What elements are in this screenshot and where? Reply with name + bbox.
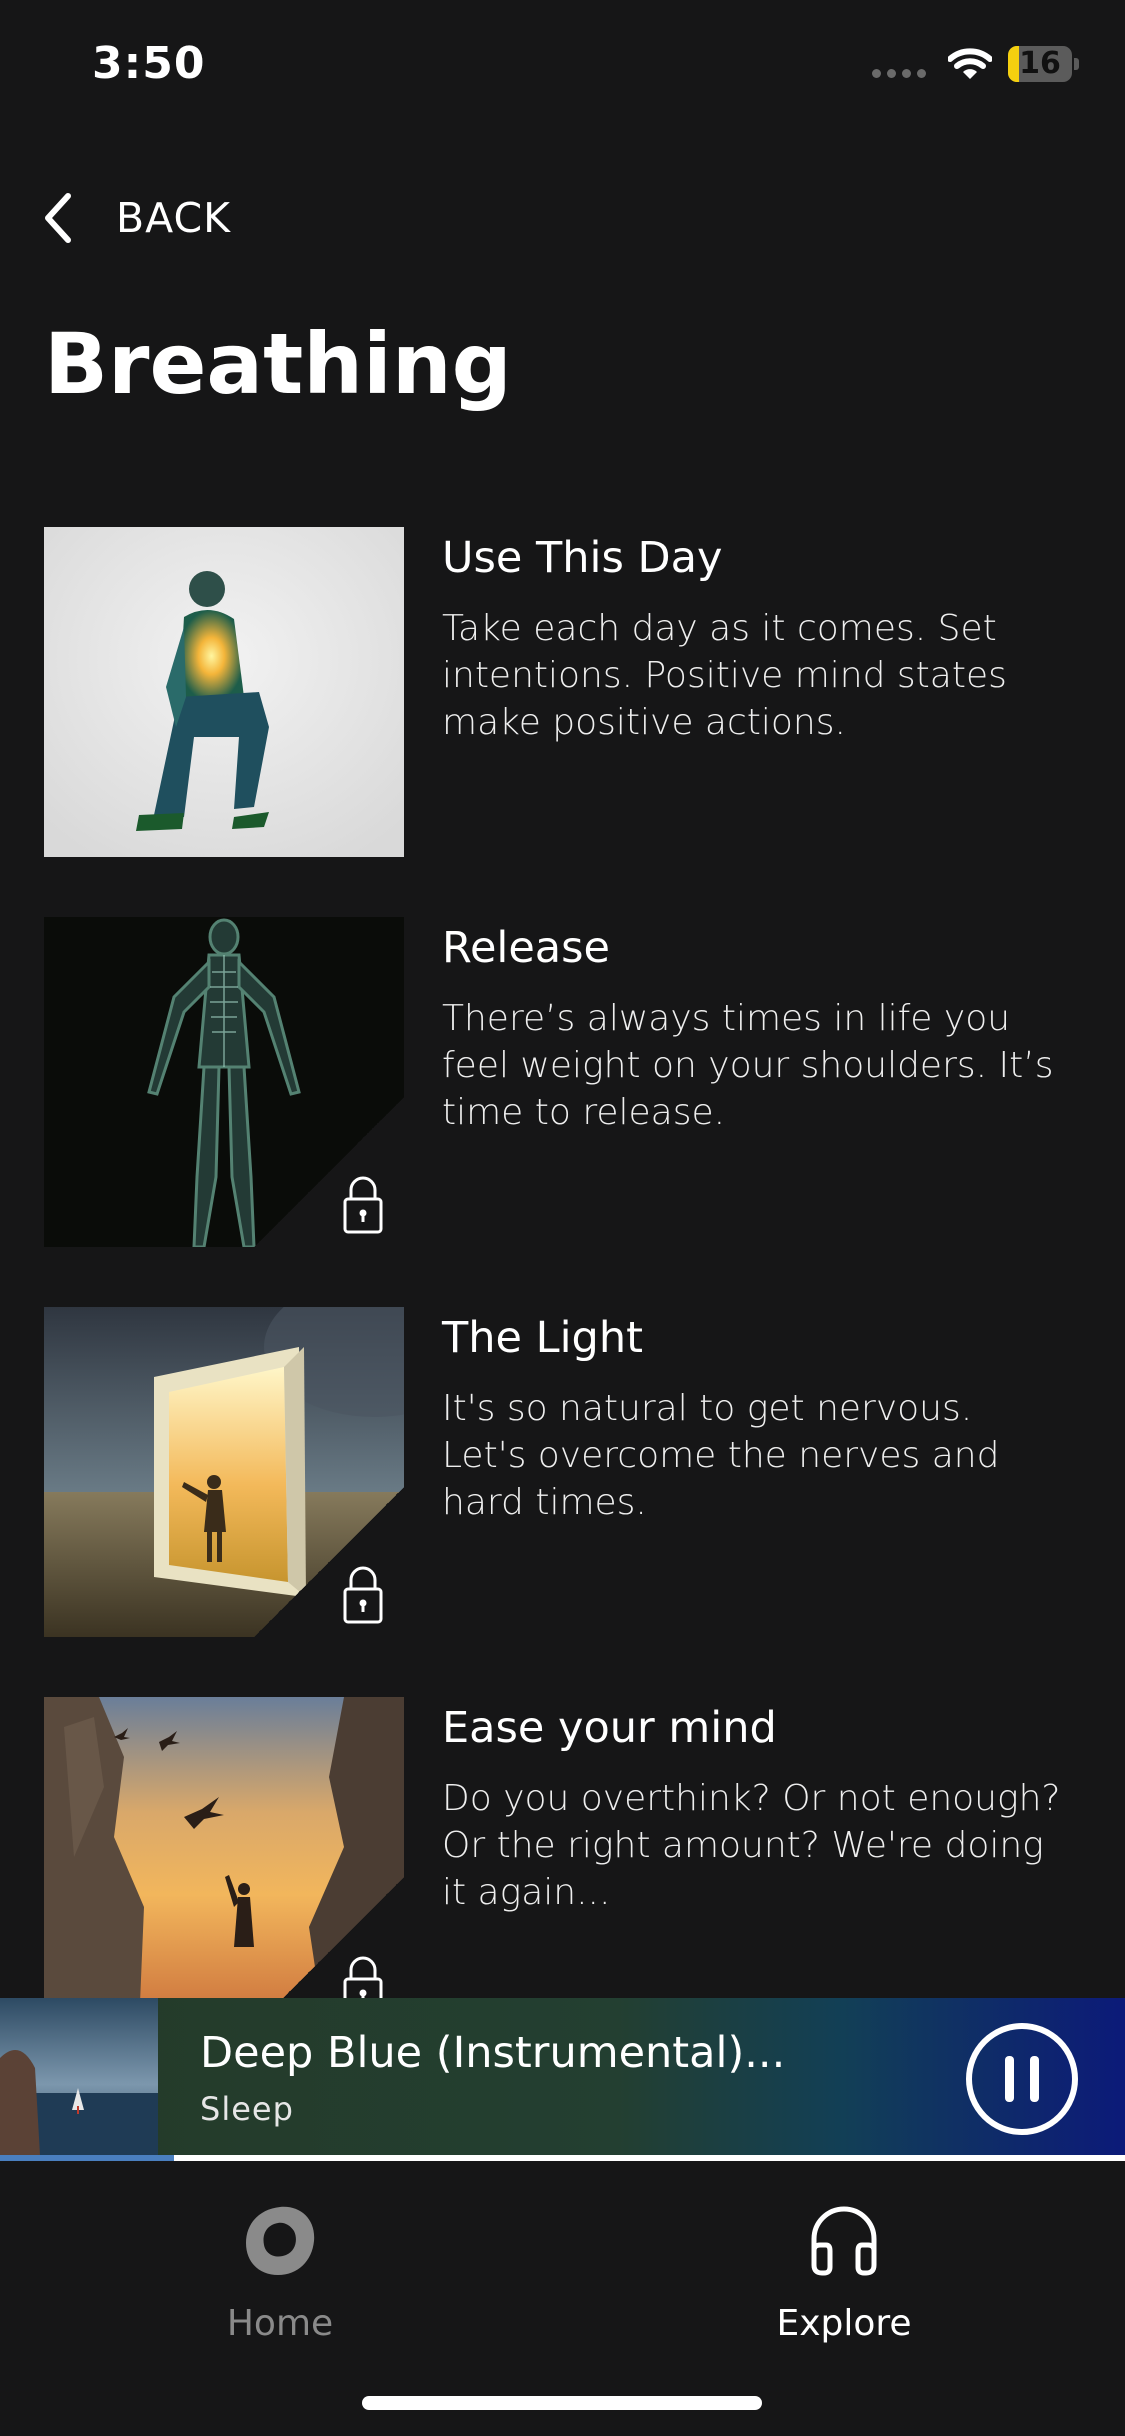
tab-explore-label: Explore [776,2303,912,2344]
session-thumbnail [44,1307,404,1637]
now-playing-title: Deep Blue (Instrumental)... [200,2028,786,2078]
pause-button[interactable] [965,2022,1079,2136]
session-description: Do you overthink? Or not enough? Or the … [442,1778,1061,1913]
wifi-icon [948,48,992,79]
session-item-use-this-day[interactable]: Use This Day Take each day as it comes. … [44,527,1084,857]
chevron-left-icon [45,193,71,243]
lock-icon [343,1566,383,1624]
status-bar: 3:50 16 [0,0,1125,140]
back-button[interactable]: BACK [40,190,231,246]
session-item-release[interactable]: Release There’s always times in life you… [44,917,1084,1247]
status-icons: 16 [872,46,1079,82]
tab-explore[interactable]: Explore [694,2201,994,2344]
battery-level: 16 [1019,46,1061,81]
session-title: Release [442,923,611,973]
cellular-signal-icon [872,68,926,78]
battery-icon: 16 [1008,46,1072,82]
session-title: Ease your mind [442,1703,777,1753]
now-playing-bar[interactable]: Deep Blue (Instrumental)... Sleep [0,1998,1125,2161]
session-item-the-light[interactable]: The Light It's so natural to get nervous… [44,1307,1084,1637]
tab-home[interactable]: Home [130,2201,430,2344]
headphones-icon [694,2201,994,2281]
home-blob-icon [130,2201,430,2281]
battery-cap [1074,58,1079,70]
status-time: 3:50 [92,38,206,89]
now-playing-subtitle: Sleep [200,2090,294,2128]
session-thumbnail [44,1697,404,2027]
tab-home-label: Home [226,2303,334,2344]
session-description: There’s always times in life you feel we… [442,998,1054,1133]
session-thumbnail [44,527,404,857]
session-title: The Light [442,1313,643,1363]
back-label: BACK [116,194,231,242]
session-item-ease-your-mind[interactable]: Ease your mind Do you overthink? Or not … [44,1697,1084,2027]
session-title: Use This Day [442,533,723,583]
session-thumbnail [44,917,404,1247]
home-indicator [362,2396,762,2410]
tab-bar: Home Explore [0,2161,1125,2436]
pause-icon [966,2023,1078,2135]
session-description: Take each day as it comes. Set intention… [442,608,1007,743]
lock-icon [343,1176,383,1234]
page-title: Breathing [44,315,512,413]
session-description: It's so natural to get nervous. Let's ov… [442,1388,1000,1523]
now-playing-artwork [0,1998,158,2155]
